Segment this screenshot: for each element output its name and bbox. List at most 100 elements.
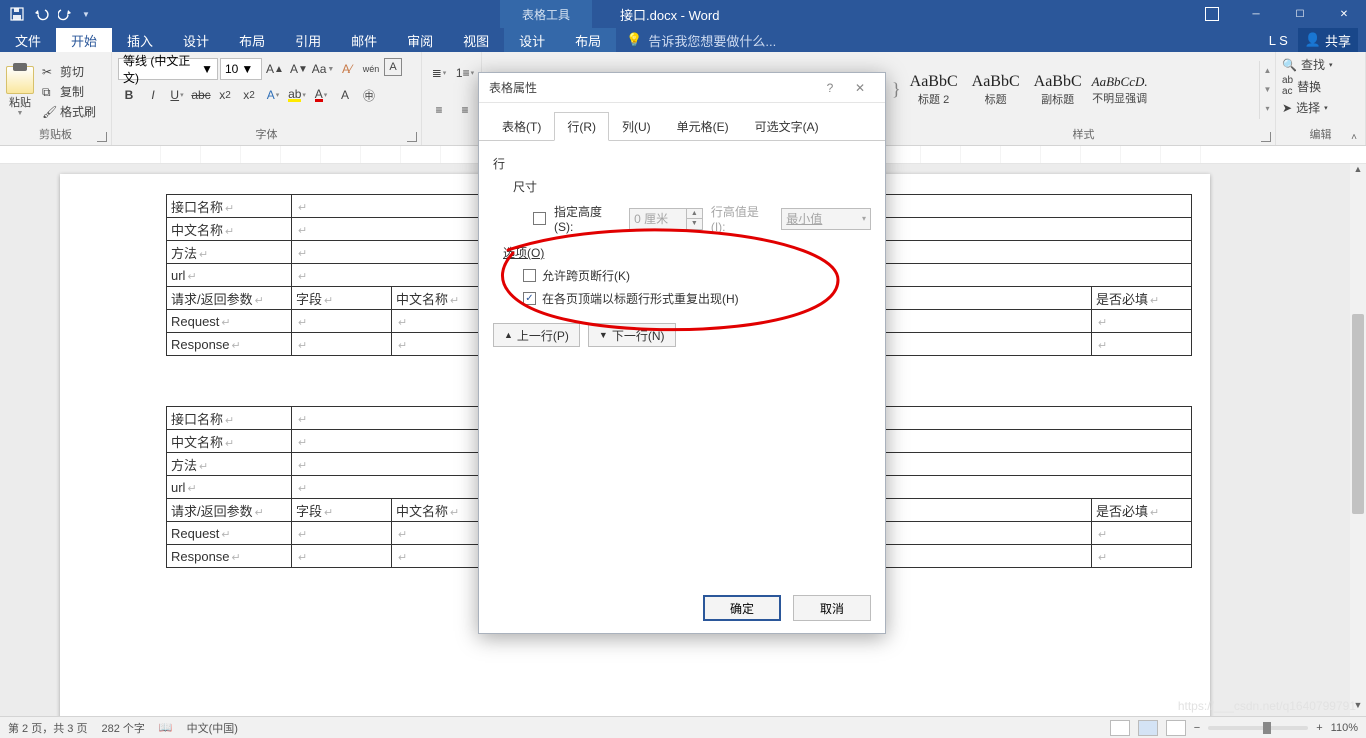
help-icon[interactable]: ? <box>815 81 845 95</box>
tab-file[interactable]: 文件 <box>0 28 56 52</box>
cell[interactable] <box>1092 310 1192 333</box>
cancel-button[interactable]: 取消 <box>793 595 871 621</box>
height-input[interactable]: 0 厘米 ▲▼ <box>629 208 703 230</box>
read-mode-icon[interactable] <box>1110 720 1130 736</box>
cell[interactable]: Response <box>167 333 292 356</box>
cell[interactable]: 字段 <box>292 287 392 310</box>
cell[interactable] <box>292 310 392 333</box>
style-scroll-down-icon[interactable]: ▼ <box>1260 80 1275 99</box>
spin-down-icon[interactable]: ▼ <box>686 218 702 229</box>
replace-button[interactable]: abac替换 <box>1282 75 1321 97</box>
highlight-icon[interactable]: ab▾ <box>286 84 308 106</box>
format-painter-button[interactable]: 🖌格式刷 <box>42 103 96 120</box>
tab-design[interactable]: 设计 <box>168 28 224 52</box>
cell[interactable]: Request <box>167 522 292 545</box>
clear-format-icon[interactable]: A⁄ <box>336 58 358 80</box>
word-count[interactable]: 282 个字 <box>101 720 144 736</box>
cell[interactable]: Response <box>167 545 292 568</box>
scroll-up-icon[interactable]: ▲ <box>1350 164 1366 180</box>
allow-page-break-checkbox[interactable] <box>523 269 536 282</box>
cell[interactable] <box>292 333 392 356</box>
numbering-icon[interactable]: 1≡▾ <box>454 62 476 84</box>
language-status[interactable]: 中文(中国) <box>187 720 238 736</box>
copy-button[interactable]: ⧉复制 <box>42 83 96 100</box>
web-layout-icon[interactable] <box>1166 720 1186 736</box>
superscript-icon[interactable]: x2 <box>238 84 260 106</box>
zoom-out-icon[interactable]: − <box>1194 722 1200 734</box>
dialog-tab-row[interactable]: 行(R) <box>554 112 609 141</box>
cell[interactable]: 方法 <box>167 453 292 476</box>
cell[interactable]: 中文名称 <box>167 218 292 241</box>
maximize-icon[interactable]: ☐ <box>1278 0 1322 28</box>
zoom-level[interactable]: 110% <box>1331 722 1358 734</box>
redo-icon[interactable] <box>58 7 72 21</box>
tab-insert[interactable]: 插入 <box>112 28 168 52</box>
change-case-icon[interactable]: Aa▼ <box>312 58 334 80</box>
specify-height-checkbox[interactable] <box>533 212 546 225</box>
phonetic-guide-icon[interactable]: wén <box>360 58 382 80</box>
cut-button[interactable]: ✂剪切 <box>42 63 96 80</box>
style-gallery[interactable]: } AaBbC标题 2 AaBbC标题 AaBbC副标题 AaBbCcD.不明显… <box>892 61 1255 119</box>
cell[interactable]: 接口名称 <box>167 195 292 218</box>
tab-references[interactable]: 引用 <box>280 28 336 52</box>
user-initials[interactable]: L S <box>1269 33 1288 48</box>
cell[interactable] <box>1092 545 1192 568</box>
share-button[interactable]: 👤 共享 <box>1298 28 1358 53</box>
print-layout-icon[interactable] <box>1138 720 1158 736</box>
tell-me-search[interactable]: 💡 告诉我您想要做什么... <box>616 28 1269 52</box>
grow-font-icon[interactable]: A▲ <box>264 58 286 80</box>
cell[interactable] <box>1092 522 1192 545</box>
undo-icon[interactable] <box>34 7 48 21</box>
cell[interactable]: 方法 <box>167 241 292 264</box>
spellcheck-icon[interactable]: 📖 <box>159 721 173 734</box>
prev-row-button[interactable]: ▲上一行(P) <box>493 323 580 347</box>
spin-up-icon[interactable]: ▲ <box>686 209 702 219</box>
style-subtle-emph[interactable]: AaBbCcD.不明显强调 <box>1089 74 1151 106</box>
dialog-tab-alttext[interactable]: 可选文字(A) <box>742 112 832 141</box>
dialog-close-icon[interactable]: ✕ <box>845 81 875 95</box>
minimize-icon[interactable]: ─ <box>1234 0 1278 28</box>
cell[interactable]: 字段 <box>292 499 392 522</box>
tab-layout[interactable]: 布局 <box>224 28 280 52</box>
row-height-mode-select[interactable]: 最小值▾ <box>781 208 871 230</box>
save-icon[interactable] <box>10 7 24 21</box>
cell[interactable]: url <box>167 476 292 499</box>
qat-dropdown-icon[interactable]: ▼ <box>82 10 90 19</box>
dialog-tab-column[interactable]: 列(U) <box>609 112 664 141</box>
dialog-tab-cell[interactable]: 单元格(E) <box>664 112 742 141</box>
collapse-ribbon-icon[interactable]: ˄ <box>1346 132 1362 143</box>
strike-icon[interactable]: abc <box>190 84 212 106</box>
next-row-button[interactable]: ▼下一行(N) <box>588 323 676 347</box>
cell[interactable]: 请求/返回参数 <box>167 499 292 522</box>
style-more-icon[interactable]: ▾ <box>1260 99 1275 118</box>
ok-button[interactable]: 确定 <box>703 595 781 621</box>
find-button[interactable]: 🔍查找▾ <box>1282 56 1332 73</box>
shrink-font-icon[interactable]: A▼ <box>288 58 310 80</box>
cell[interactable]: url <box>167 264 292 287</box>
cell[interactable] <box>292 522 392 545</box>
font-color-icon[interactable]: A▾ <box>310 84 332 106</box>
zoom-slider[interactable] <box>1208 726 1308 730</box>
italic-icon[interactable]: I <box>142 84 164 106</box>
cell[interactable] <box>1092 333 1192 356</box>
tab-review[interactable]: 审阅 <box>392 28 448 52</box>
cell[interactable]: 是否必填 <box>1092 287 1192 310</box>
tab-view[interactable]: 视图 <box>448 28 504 52</box>
zoom-in-icon[interactable]: + <box>1316 722 1322 734</box>
paste-button[interactable]: 粘贴 ▼ <box>6 66 34 117</box>
tab-mailings[interactable]: 邮件 <box>336 28 392 52</box>
char-border-icon[interactable]: A <box>384 58 402 76</box>
font-size-select[interactable]: 10▼ <box>220 58 262 80</box>
cell[interactable]: 中文名称 <box>167 430 292 453</box>
font-launcher-icon[interactable] <box>407 132 417 142</box>
font-name-select[interactable]: 等线 (中文正文)▼ <box>118 58 218 80</box>
select-button[interactable]: ➤选择▾ <box>1282 99 1328 116</box>
vertical-scrollbar[interactable]: ▲ ▼ <box>1350 164 1366 716</box>
cell[interactable]: 是否必填 <box>1092 499 1192 522</box>
page-status[interactable]: 第 2 页，共 3 页 <box>8 720 87 736</box>
bold-icon[interactable]: B <box>118 84 140 106</box>
cell[interactable]: 请求/返回参数 <box>167 287 292 310</box>
scrollbar-thumb[interactable] <box>1352 314 1364 514</box>
style-subtitle[interactable]: AaBbC副标题 <box>1027 73 1089 107</box>
cell[interactable]: Request <box>167 310 292 333</box>
